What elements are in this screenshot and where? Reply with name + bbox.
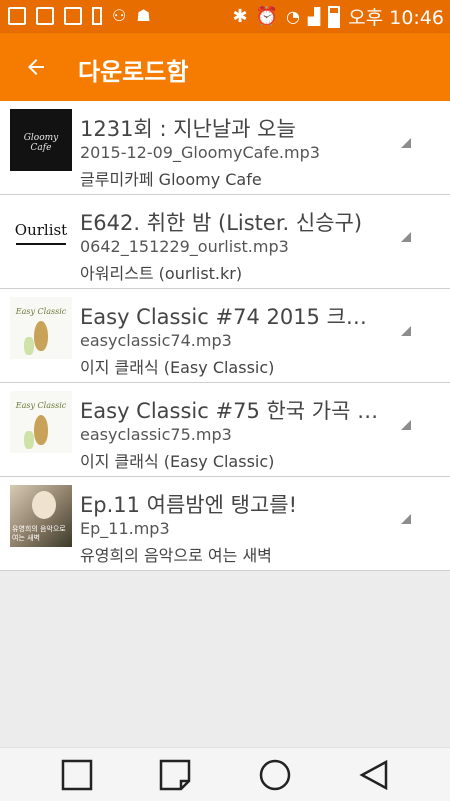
channel-name: 이지 클래식 (Easy Classic): [80, 452, 275, 471]
image-notification-icon: [8, 6, 26, 25]
episode-title: 1231회 : 지난날과 오늘: [80, 117, 296, 141]
system-navigation-bar: [0, 747, 450, 801]
thumbnail-text: Ourlist: [14, 221, 68, 239]
podcast-thumbnail: Ourlist: [10, 203, 72, 265]
figure-illustration: [24, 431, 34, 449]
wifi-icon: ◔: [285, 7, 300, 26]
bluetooth-icon: ✱: [232, 6, 248, 27]
list-item[interactable]: Easy Classic Easy Classic #75 한국 가곡 특집 e…: [0, 383, 450, 477]
system-indicators: ✱ ⏰ ◔ ▟ 오후 10:46: [232, 3, 444, 30]
recent-apps-icon[interactable]: [60, 758, 94, 792]
alarm-icon: ⏰: [255, 6, 278, 27]
cello-illustration: [34, 321, 48, 351]
flash-notification-icon: [64, 6, 82, 25]
memo-icon[interactable]: [158, 758, 192, 792]
file-name: 0642_151229_ourlist.mp3: [80, 237, 289, 256]
episode-title: E642. 취한 밤 (Lister. 신승구): [80, 211, 363, 235]
back-arrow-icon[interactable]: [20, 51, 52, 83]
list-item[interactable]: Ourlist E642. 취한 밤 (Lister. 신승구) 0642_15…: [0, 195, 450, 289]
usb-icon: ⚇: [112, 6, 127, 25]
thumbnail-text: Easy Classic: [15, 307, 67, 316]
battery-small-icon: [92, 6, 102, 25]
list-item[interactable]: 유영희의 음악으로 여는 새벽 Ep.11 여름밤엔 탱고를! Ep_11.mp…: [0, 477, 450, 571]
file-name: easyclassic75.mp3: [80, 425, 232, 444]
channel-name: 이지 클래식 (Easy Classic): [80, 358, 275, 377]
expand-indicator-icon[interactable]: [401, 514, 411, 524]
back-icon[interactable]: [356, 758, 390, 792]
expand-indicator-icon[interactable]: [401, 232, 411, 242]
file-name: easyclassic74.mp3: [80, 331, 232, 350]
battery-icon: [328, 5, 341, 28]
channel-name: 글루미카페 Gloomy Cafe: [80, 170, 262, 189]
clock: 오후 10:46: [348, 7, 444, 29]
podcast-thumbnail: 유영희의 음악으로 여는 새벽: [10, 485, 72, 547]
podcast-thumbnail: Easy Classic: [10, 297, 72, 359]
channel-name: 아워리스트 (ourlist.kr): [80, 264, 243, 283]
podcast-thumbnail: Easy Classic: [10, 391, 72, 453]
thumbnail-text: Easy Classic: [15, 401, 67, 410]
thumbnail-text: Gloomy Cafe: [23, 133, 59, 153]
gallery-notification-icon: [36, 6, 54, 25]
episode-title: Easy Classic #74 2015 크리스마스 특집: [80, 305, 380, 329]
thumbnail-text: 유영희의 음악으로 여는 새벽: [12, 525, 66, 542]
home-icon[interactable]: [258, 758, 292, 792]
expand-indicator-icon[interactable]: [401, 420, 411, 430]
file-name: Ep_11.mp3: [80, 519, 170, 538]
expand-indicator-icon[interactable]: [401, 138, 411, 148]
channel-name: 유영희의 음악으로 여는 새벽: [80, 546, 272, 565]
notification-icons: ⚇ ☗: [8, 6, 151, 25]
episode-title: Easy Classic #75 한국 가곡 특집: [80, 399, 380, 423]
page-title: 다운로드함: [78, 58, 189, 86]
list-item[interactable]: Gloomy Cafe 1231회 : 지난날과 오늘 2015-12-09_G…: [0, 101, 450, 195]
expand-indicator-icon[interactable]: [401, 326, 411, 336]
podcast-thumbnail: Gloomy Cafe: [10, 109, 72, 171]
cello-illustration: [34, 415, 48, 445]
file-name: 2015-12-09_GloomyCafe.mp3: [80, 143, 320, 162]
status-bar: ⚇ ☗ ✱ ⏰ ◔ ▟ 오후 10:46: [0, 0, 450, 33]
download-list: Gloomy Cafe 1231회 : 지난날과 오늘 2015-12-09_G…: [0, 101, 450, 571]
episode-title: Ep.11 여름밤엔 탱고를!: [80, 493, 298, 517]
android-debug-icon: ☗: [136, 6, 151, 25]
app-bar: 다운로드함: [0, 33, 450, 101]
figure-illustration: [24, 337, 34, 355]
portrait-illustration: [32, 491, 56, 519]
list-item[interactable]: Easy Classic Easy Classic #74 2015 크리스마스…: [0, 289, 450, 383]
signal-icon: ▟: [307, 7, 321, 26]
